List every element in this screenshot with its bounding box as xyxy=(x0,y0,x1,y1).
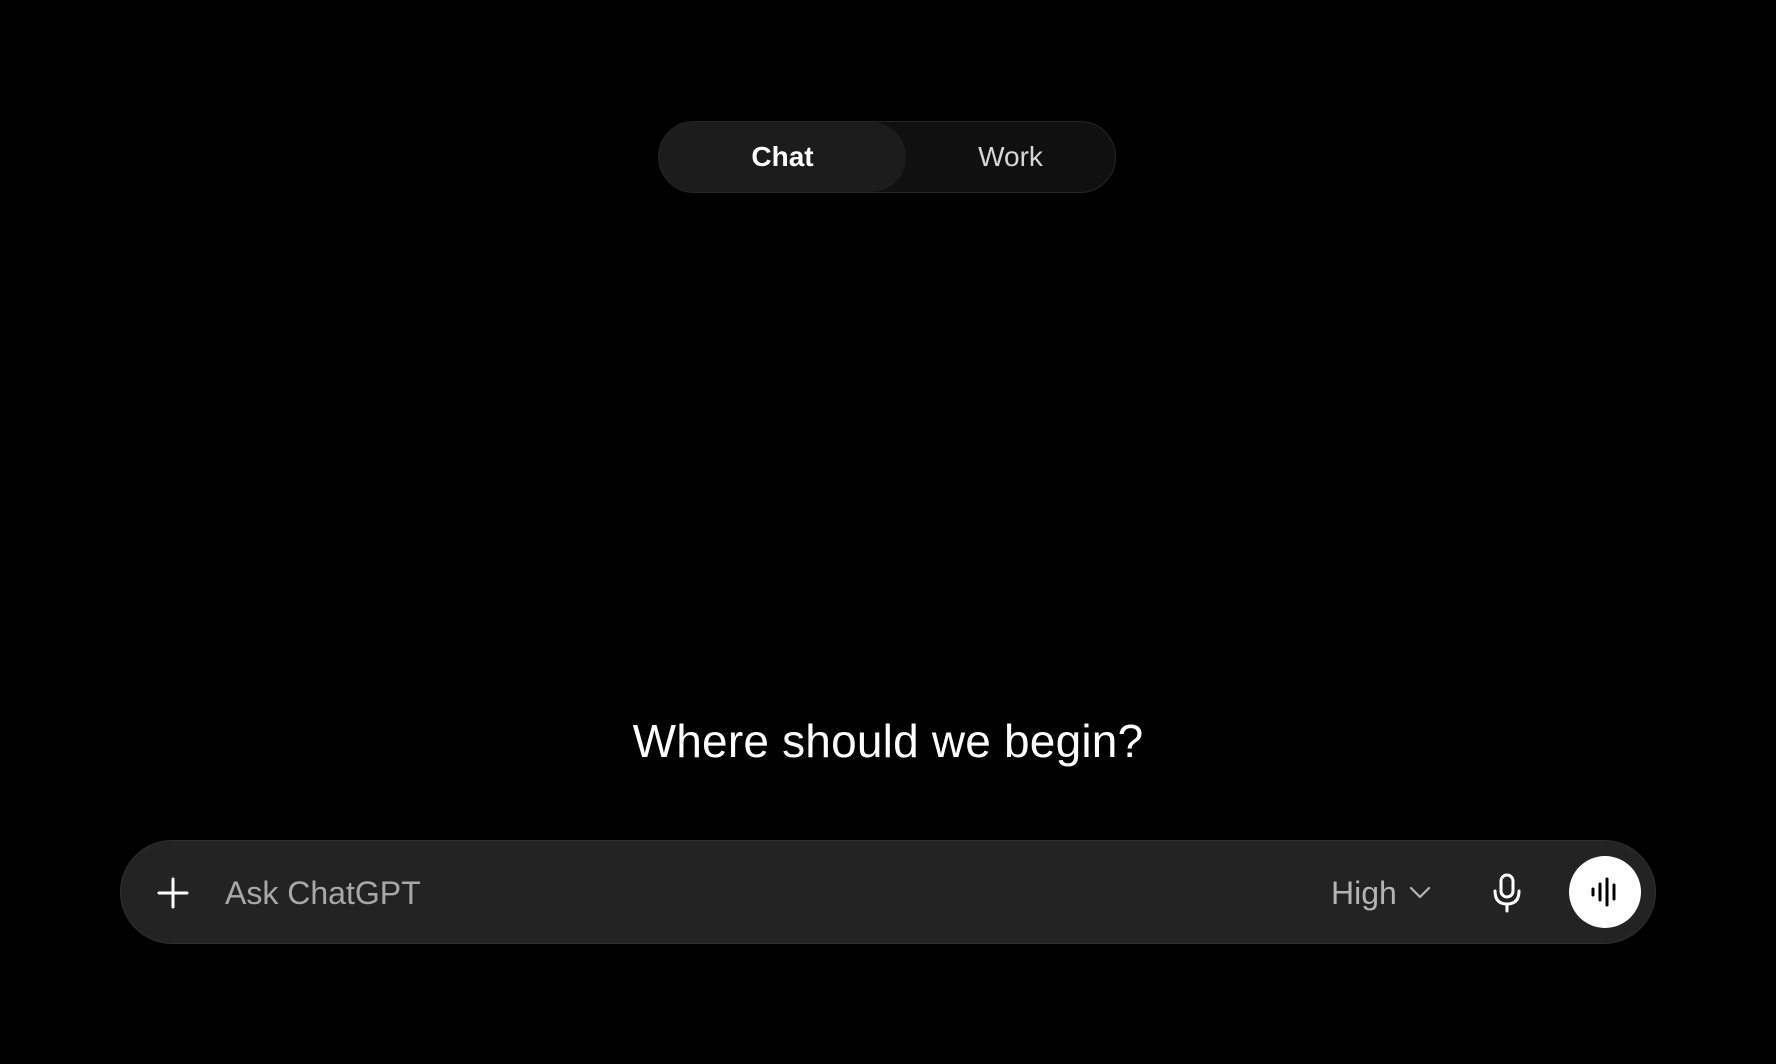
tab-work[interactable]: Work xyxy=(906,122,1115,192)
tab-chat[interactable]: Chat xyxy=(659,122,906,192)
effort-select[interactable]: High xyxy=(1331,869,1431,917)
tab-chat-label: Chat xyxy=(751,141,814,172)
plus-icon xyxy=(157,877,189,909)
page-title: Where should we begin? xyxy=(632,715,1144,767)
dictate-button[interactable] xyxy=(1481,867,1533,919)
tab-work-label: Work xyxy=(978,141,1043,172)
voice-mode-button[interactable] xyxy=(1569,856,1641,928)
mode-toggle: Chat Work xyxy=(658,121,1116,193)
prompt-input[interactable] xyxy=(225,867,1305,919)
add-attachment-button[interactable] xyxy=(145,865,201,921)
page: Chat Work Where should we begin? High xyxy=(0,0,1776,1064)
microphone-icon xyxy=(1493,873,1521,913)
voice-waveform-icon xyxy=(1591,877,1616,907)
chevron-down-icon xyxy=(1409,886,1430,899)
composer: High xyxy=(120,840,1656,944)
effort-select-value: High xyxy=(1331,874,1397,911)
